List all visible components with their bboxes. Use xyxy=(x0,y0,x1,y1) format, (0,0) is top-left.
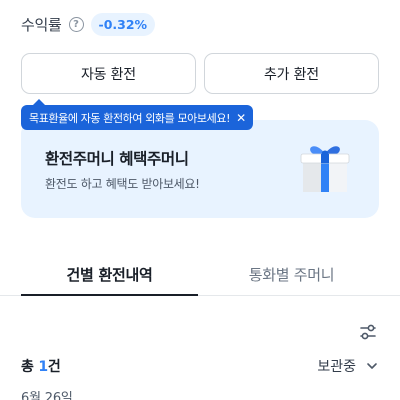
yield-badge: -0.32% xyxy=(90,12,156,36)
promo-subtitle: 환전도 하고 혜택도 받아보세요! xyxy=(45,177,200,191)
tab-currency-pockets[interactable]: 통화별 주머니 xyxy=(204,256,379,296)
date-header: 6월 26일 xyxy=(21,391,73,400)
status-dropdown-label: 보관중 xyxy=(317,359,356,375)
chevron-down-icon xyxy=(367,363,377,369)
yield-row: 수익률 ? -0.32% xyxy=(21,12,156,36)
yield-label: 수익률 xyxy=(21,15,62,34)
tab-bar: 건별 환전내역 통화별 주머니 xyxy=(0,256,400,296)
promo-title: 환전주머니 혜택주머니 xyxy=(45,150,189,168)
count-suffix: 건 xyxy=(47,359,61,375)
help-icon[interactable]: ? xyxy=(68,16,84,32)
total-count: 총 1건 xyxy=(21,356,61,376)
promo-banner[interactable]: 환전주머니 혜택주머니 환전도 하고 혜택도 받아보세요! xyxy=(21,120,379,218)
add-exchange-button[interactable]: 추가 환전 xyxy=(204,53,379,94)
count-prefix: 총 xyxy=(21,359,39,375)
gift-icon xyxy=(300,146,350,192)
close-icon[interactable]: ✕ xyxy=(236,111,246,125)
status-dropdown[interactable]: 보관중 xyxy=(317,356,378,376)
tab-exchange-history[interactable]: 건별 환전내역 xyxy=(21,256,198,296)
tooltip-text: 목표환율에 자동 환전하여 외화를 모아보세요! xyxy=(29,111,231,125)
auto-exchange-tooltip: 목표환율에 자동 환전하여 외화를 모아보세요! ✕ xyxy=(21,99,254,130)
auto-exchange-button[interactable]: 자동 환전 xyxy=(21,53,196,94)
count-number: 1 xyxy=(38,359,48,375)
filter-icon[interactable] xyxy=(358,322,378,342)
